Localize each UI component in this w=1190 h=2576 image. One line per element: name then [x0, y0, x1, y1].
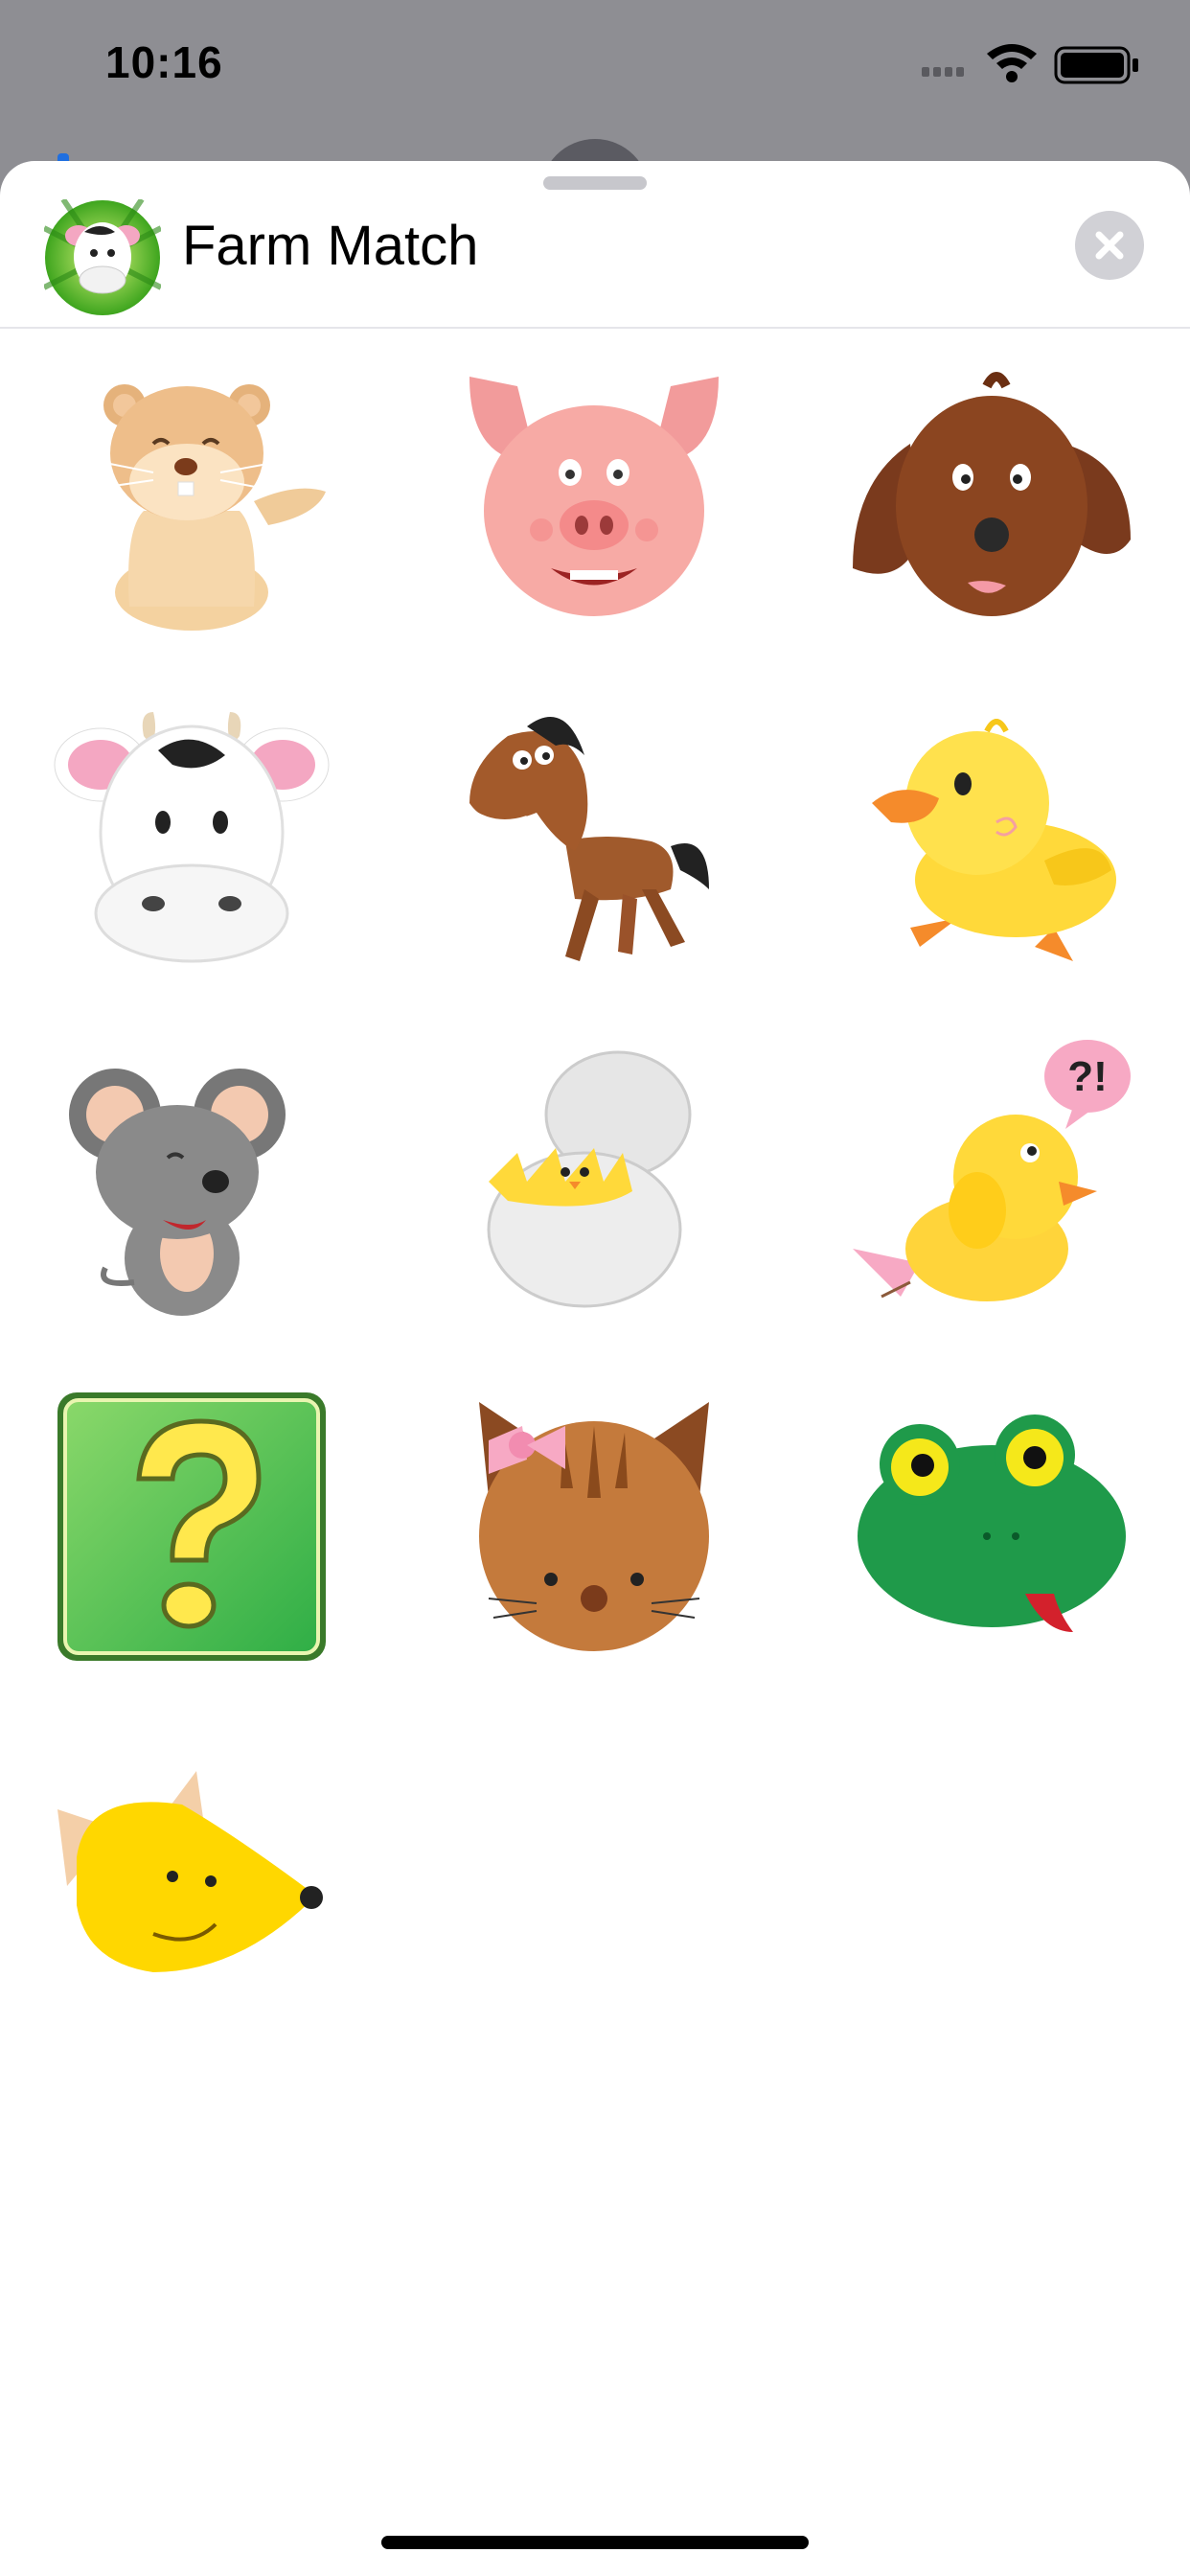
- app-icon: [42, 197, 163, 316]
- sticker-frog[interactable]: [853, 1383, 1140, 1670]
- close-icon: [1095, 231, 1124, 260]
- question-mark-icon: [57, 1392, 326, 1661]
- battery-icon: [1054, 46, 1138, 84]
- confused-chick-icon: ?!: [853, 1040, 1131, 1301]
- sticker-horse[interactable]: [450, 698, 738, 985]
- sticker-cat[interactable]: [450, 1383, 738, 1670]
- app-title: Farm Match: [182, 215, 479, 277]
- cow-app-icon: [42, 197, 163, 315]
- wifi-icon: [987, 44, 1037, 82]
- horse-icon: [469, 717, 709, 961]
- status-bar: 10:16: [0, 0, 1190, 134]
- sticker-duck[interactable]: [853, 698, 1140, 985]
- sticker-cow[interactable]: [48, 698, 335, 985]
- frog-icon: [858, 1414, 1126, 1632]
- close-button[interactable]: [1075, 211, 1144, 280]
- header-divider: [0, 327, 1190, 329]
- fox-icon: [57, 1771, 323, 1972]
- duck-icon: [872, 719, 1116, 961]
- sticker-sheet: Farm Match ?!: [0, 161, 1190, 2576]
- sticker-confused-chick[interactable]: ?!: [843, 1038, 1131, 1325]
- sticker-question-mark-card[interactable]: [48, 1383, 335, 1670]
- hamster-icon: [103, 384, 326, 631]
- confusion-bubble-text: ?!: [1067, 1053, 1108, 1100]
- sheet-grabber[interactable]: [543, 176, 647, 190]
- pig-icon: [469, 377, 719, 616]
- cat-icon: [479, 1402, 709, 1651]
- hatching-chick-icon: [487, 1050, 692, 1308]
- dog-icon: [853, 372, 1131, 616]
- status-icons: [883, 40, 1152, 88]
- sticker-pig[interactable]: [450, 348, 738, 635]
- mouse-icon: [69, 1069, 286, 1316]
- sticker-mouse[interactable]: [48, 1038, 335, 1325]
- sticker-hamster[interactable]: [48, 348, 335, 635]
- sticker-hatching-chick[interactable]: [450, 1038, 738, 1325]
- cow-icon: [54, 712, 330, 963]
- status-time: 10:16: [105, 37, 223, 87]
- home-indicator[interactable]: [381, 2536, 809, 2549]
- sticker-fox[interactable]: [48, 1733, 335, 2020]
- sticker-dog[interactable]: [843, 348, 1131, 635]
- signal-icon: [922, 67, 964, 77]
